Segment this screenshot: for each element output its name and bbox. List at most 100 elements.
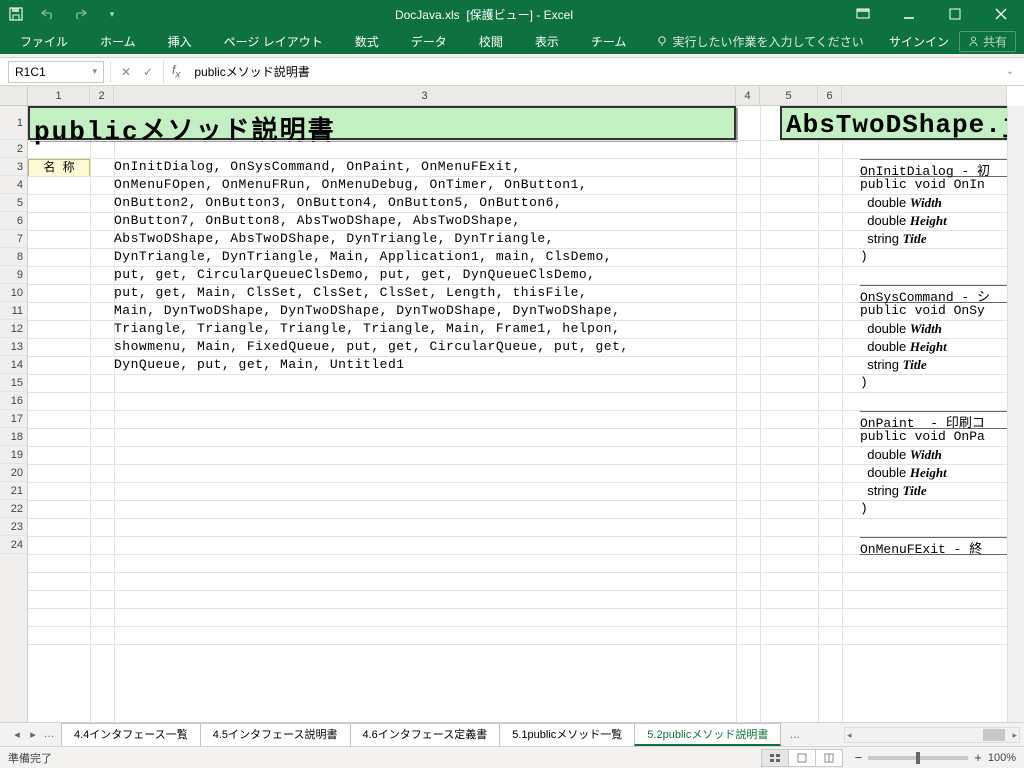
ribbon-options-button[interactable] — [840, 0, 886, 28]
right-code-line[interactable]: public void OnIn — [860, 177, 985, 195]
tab-layout[interactable]: ページ レイアウト — [208, 28, 339, 54]
right-code-line[interactable]: public void OnSy — [860, 303, 985, 321]
code-line[interactable]: Triangle, Triangle, Triangle, Triangle, … — [114, 321, 620, 339]
redo-button[interactable] — [68, 2, 92, 26]
filename-title-cell[interactable]: AbsTwoDShape.j — [780, 106, 1007, 140]
document-title-cell[interactable]: publicメソッド説明書 — [28, 106, 736, 140]
right-code-line[interactable]: OnMenuFExit - 終 — [860, 537, 1007, 555]
right-code-line[interactable]: string Title — [860, 231, 927, 249]
tab-nav-next[interactable]: ▸ — [26, 728, 40, 741]
sheet-tab[interactable]: 4.5インタフェース説明書 — [200, 723, 351, 746]
column-headers[interactable]: 1 2 3 4 5 6 — [28, 86, 1007, 106]
title-bar: ▾ DocJava.xls [保護ビュー] - Excel — [0, 0, 1024, 28]
right-code-line[interactable]: ) — [860, 375, 868, 393]
expand-formula-bar-button[interactable]: ⌄ — [1004, 66, 1024, 77]
name-header-cell[interactable]: 名 称 — [28, 159, 90, 177]
right-code-line[interactable]: public void OnPa — [860, 429, 985, 447]
right-code-line[interactable]: ) — [860, 501, 868, 519]
right-code-line[interactable]: double Height — [860, 339, 947, 357]
lightbulb-icon — [656, 35, 668, 47]
undo-button[interactable] — [36, 2, 60, 26]
view-buttons — [762, 749, 843, 767]
tab-data[interactable]: データ — [395, 28, 463, 54]
enter-formula-button[interactable]: ✓ — [139, 65, 157, 79]
sheet-tab[interactable]: 4.4インタフェース一覧 — [61, 723, 201, 746]
maximize-button[interactable] — [932, 0, 978, 28]
code-line[interactable]: Main, DynTwoDShape, DynTwoDShape, DynTwo… — [114, 303, 620, 321]
share-icon — [968, 36, 979, 47]
code-line[interactable]: OnInitDialog, OnSysCommand, OnPaint, OnM… — [114, 159, 521, 177]
save-button[interactable] — [4, 2, 28, 26]
tab-team[interactable]: チーム — [575, 28, 643, 54]
sheet-tab-strip: ◂ ▸ … 4.4インタフェース一覧4.5インタフェース説明書4.6インタフェー… — [0, 722, 1024, 746]
chevron-down-icon: ▾ — [92, 66, 97, 77]
code-line[interactable]: OnButton2, OnButton3, OnButton4, OnButto… — [114, 195, 562, 213]
view-normal-button[interactable] — [761, 749, 789, 767]
share-label: 共有 — [983, 33, 1007, 50]
view-pagebreak-button[interactable] — [815, 749, 843, 767]
right-code-line[interactable]: double Height — [860, 465, 947, 483]
tell-me-label: 実行したい作業を入力してください — [672, 33, 863, 50]
tab-nav-prev[interactable]: ◂ — [10, 728, 24, 741]
tab-formulas[interactable]: 数式 — [339, 28, 395, 54]
select-all-corner[interactable] — [0, 86, 28, 106]
worksheet-grid[interactable]: 1 2 3 4 5 6 1234567891011121314151617181… — [0, 86, 1024, 722]
status-ready: 準備完了 — [8, 750, 52, 766]
right-code-line[interactable]: OnSysCommand - シ — [860, 285, 1007, 303]
qat-customize-icon[interactable]: ▾ — [100, 2, 124, 26]
code-line[interactable]: OnButton7, OnButton8, AbsTwoDShape, AbsT… — [114, 213, 521, 231]
right-code-line[interactable]: double Width — [860, 195, 942, 213]
formula-input[interactable] — [188, 63, 1004, 81]
minimize-button[interactable] — [886, 0, 932, 28]
status-bar: 準備完了 − + 100% — [0, 746, 1024, 768]
tab-view[interactable]: 表示 — [519, 28, 575, 54]
row-headers[interactable]: 123456789101112131415161718192021222324 — [0, 106, 28, 722]
tab-nav[interactable]: ◂ ▸ … — [4, 728, 62, 741]
code-line[interactable]: AbsTwoDShape, AbsTwoDShape, DynTriangle,… — [114, 231, 554, 249]
horizontal-scrollbar[interactable]: ◂ ▸ — [844, 727, 1020, 743]
zoom-out-button[interactable]: − — [855, 750, 863, 765]
window-title: DocJava.xls [保護ビュー] - Excel — [128, 6, 840, 23]
sheet-tab[interactable]: 4.6インタフェース定義書 — [350, 723, 501, 746]
right-code-line[interactable]: OnInitDialog - 初 — [860, 159, 1007, 177]
zoom-in-button[interactable]: + — [974, 750, 982, 765]
tab-file[interactable]: ファイル — [4, 28, 84, 54]
tab-nav-more[interactable]: … — [42, 728, 56, 741]
cancel-formula-button[interactable]: ✕ — [117, 65, 135, 79]
fx-icon[interactable]: fx — [164, 63, 188, 80]
tab-review[interactable]: 校閲 — [463, 28, 519, 54]
zoom-control: − + 100% — [855, 750, 1016, 765]
name-box[interactable]: R1C1 ▾ — [8, 61, 104, 83]
code-line[interactable]: OnMenuFOpen, OnMenuFRun, OnMenuDebug, On… — [114, 177, 587, 195]
code-line[interactable]: put, get, CircularQueueClsDemo, put, get… — [114, 267, 595, 285]
formula-bar: R1C1 ▾ ✕ ✓ fx ⌄ — [0, 58, 1024, 86]
code-line[interactable]: put, get, Main, ClsSet, ClsSet, ClsSet, … — [114, 285, 587, 303]
right-code-line[interactable]: string Title — [860, 483, 927, 501]
share-button[interactable]: 共有 — [959, 31, 1016, 52]
right-code-line[interactable]: double Height — [860, 213, 947, 231]
close-button[interactable] — [978, 0, 1024, 28]
right-code-line[interactable]: double Width — [860, 447, 942, 465]
zoom-slider[interactable] — [868, 756, 968, 760]
code-line[interactable]: DynTriangle, DynTriangle, Main, Applicat… — [114, 249, 612, 267]
code-line[interactable]: DynQueue, put, get, Main, Untitled1 — [114, 357, 405, 375]
right-code-line[interactable]: string Title — [860, 357, 927, 375]
right-code-line[interactable]: double Width — [860, 321, 942, 339]
code-line[interactable]: showmenu, Main, FixedQueue, put, get, Ci… — [114, 339, 629, 357]
ribbon-tabs: ファイル ホーム 挿入 ページ レイアウト 数式 データ 校閲 表示 チーム 実… — [0, 28, 1024, 54]
right-code-line[interactable]: OnPaint - 印刷コ — [860, 411, 1007, 429]
zoom-level[interactable]: 100% — [988, 752, 1016, 764]
tab-overflow[interactable]: … — [781, 729, 808, 741]
tab-insert[interactable]: 挿入 — [152, 28, 208, 54]
right-code-line[interactable]: ) — [860, 249, 868, 267]
formula-buttons: ✕ ✓ — [110, 61, 164, 83]
vertical-scrollbar[interactable] — [1007, 106, 1024, 722]
sheet-tab[interactable]: 5.1publicメソッド一覧 — [499, 723, 635, 746]
tell-me-search[interactable]: 実行したい作業を入力してください — [656, 33, 863, 50]
view-page-layout-button[interactable] — [788, 749, 816, 767]
tab-home[interactable]: ホーム — [84, 28, 152, 54]
sheet-tab[interactable]: 5.2publicメソッド説明書 — [634, 723, 781, 746]
cells-area[interactable]: publicメソッド説明書 AbsTwoDShape.j 名 称 OnInitD… — [28, 106, 1007, 722]
quick-access-toolbar: ▾ — [0, 2, 128, 26]
signin-link[interactable]: サインイン — [889, 33, 949, 50]
